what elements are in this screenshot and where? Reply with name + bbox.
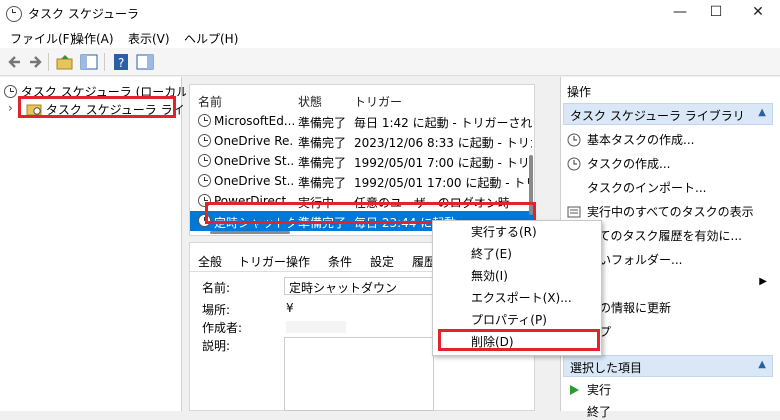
navigation-tree: タスク スケジューラ (ローカル) › タスク スケジューラ ライブラリ — [0, 77, 221, 411]
window-title: タスク スケジューラ — [28, 7, 139, 21]
stop-icon — [567, 405, 581, 419]
section-library[interactable]: タスク スケジューラ ライブラリ ▲ — [563, 103, 773, 125]
task-trigger: 1992/05/01 17:00 に起動 - トリガーさ — [354, 176, 532, 190]
action-create-basic-task[interactable]: 基本タスクの作成... — [567, 131, 694, 148]
toolbar-divider — [48, 53, 49, 71]
column-name[interactable]: 名前 — [198, 93, 222, 110]
action-run[interactable]: 実行 — [567, 381, 611, 398]
menu-bar: ファイル(F) 操作(A) 表示(V) ヘルプ(H) — [0, 26, 780, 48]
task-status: 準備完了 — [298, 116, 347, 130]
description-field[interactable] — [284, 337, 434, 411]
task-trigger: 毎日 1:42 に起動 - トリガーされた後、 — [354, 116, 532, 130]
submenu-arrow-icon: ▶ — [759, 276, 767, 287]
minimize-button[interactable]: — — [660, 0, 700, 26]
tab-triggers[interactable]: トリガー — [238, 253, 286, 270]
play-icon — [570, 385, 579, 395]
menu-help[interactable]: ヘルプ(H) — [184, 30, 238, 47]
toolbar: ? — [0, 48, 780, 76]
tab-conditions[interactable]: 条件 — [328, 253, 352, 270]
column-status[interactable]: 状態 — [298, 93, 322, 110]
menu-properties[interactable]: プロパティ(P) — [471, 311, 547, 328]
collapse-icon[interactable]: ▲ — [758, 107, 766, 118]
action-show-running-tasks[interactable]: 実行中のすべてのタスクの表示 — [567, 203, 754, 220]
expand-chevron-icon[interactable]: › — [8, 101, 13, 115]
clock-icon — [198, 174, 211, 187]
menu-run[interactable]: 実行する(R) — [471, 223, 537, 240]
action-create-task[interactable]: タスクの作成... — [567, 155, 670, 172]
task-status: 準備完了 — [298, 176, 347, 190]
close-button[interactable]: ✕ — [738, 0, 778, 26]
task-row[interactable]: OneDrive St... 準備完了 1992/05/01 17:00 に起動… — [190, 171, 534, 191]
actions-header: 操作 — [567, 85, 592, 99]
description-label: 説明: — [202, 339, 231, 353]
highlight-library — [18, 96, 176, 118]
action-import-task[interactable]: タスクのインポート... — [567, 179, 706, 196]
highlight-delete — [438, 329, 600, 351]
toolbar-divider — [104, 53, 105, 71]
section-library-label: タスク スケジューラ ライブラリ — [570, 109, 745, 123]
section-selected-item[interactable]: 選択した項目 ▲ — [563, 355, 773, 377]
clock-icon — [4, 85, 17, 98]
task-row[interactable]: OneDrive Re... 準備完了 2023/12/06 8:33 に起動 … — [190, 131, 534, 151]
task-row[interactable]: MicrosoftEd... 準備完了 毎日 1:42 に起動 - トリガーされ… — [190, 111, 534, 131]
name-label: 名前: — [202, 281, 231, 295]
collapse-icon[interactable]: ▲ — [758, 359, 766, 370]
show-hide-pane-icon[interactable] — [80, 53, 98, 71]
author-label: 作成者: — [202, 321, 243, 335]
horizontal-scrollbar[interactable] — [210, 231, 290, 234]
forward-arrow-icon[interactable] — [26, 53, 44, 71]
menu-action[interactable]: 操作(A) — [72, 30, 114, 47]
name-value: 定時シャットダウン — [289, 281, 398, 295]
menu-view[interactable]: 表示(V) — [128, 30, 170, 47]
tab-settings[interactable]: 設定 — [370, 253, 394, 270]
task-name: OneDrive St... — [214, 174, 294, 188]
task-trigger: 2023/12/06 8:33 に起動 - トリガーされ — [354, 136, 532, 150]
task-status: 準備完了 — [298, 136, 347, 150]
tab-actions[interactable]: 操作 — [286, 253, 310, 270]
show-action-pane-icon[interactable] — [136, 53, 154, 71]
blank-icon — [567, 181, 581, 195]
author-value-redacted — [286, 321, 346, 333]
tab-general[interactable]: 全般 — [198, 253, 223, 270]
create-task-icon — [567, 157, 581, 171]
maximize-button[interactable]: ☐ — [696, 0, 736, 26]
menu-disable[interactable]: 無効(I) — [471, 267, 508, 284]
menu-file[interactable]: ファイル(F) — [10, 30, 74, 47]
clock-icon — [198, 154, 211, 167]
task-name: OneDrive St... — [214, 154, 294, 168]
task-name: MicrosoftEd... — [214, 114, 294, 128]
task-trigger: 1992/05/01 7:00 に起動 - トリガーされ — [354, 156, 532, 170]
title-bar: タスク スケジューラ — ☐ ✕ — [0, 0, 780, 26]
running-tasks-icon — [567, 206, 581, 218]
location-value: ¥ — [286, 301, 294, 315]
help-icon[interactable]: ? — [112, 53, 130, 71]
svg-text:?: ? — [118, 56, 124, 70]
back-arrow-icon[interactable] — [6, 53, 24, 71]
task-status: 準備完了 — [298, 156, 347, 170]
column-trigger[interactable]: トリガー — [354, 93, 402, 110]
up-folder-icon[interactable] — [56, 53, 74, 71]
clock-icon — [198, 114, 211, 127]
menu-export[interactable]: エクスポート(X)... — [471, 289, 572, 306]
action-end[interactable]: 終了 — [567, 403, 611, 420]
basic-task-icon — [567, 133, 581, 147]
task-name: OneDrive Re... — [214, 134, 294, 148]
menu-end[interactable]: 終了(E) — [471, 245, 512, 262]
task-row[interactable]: OneDrive St... 準備完了 1992/05/01 7:00 に起動 … — [190, 151, 534, 171]
name-field[interactable]: 定時シャットダウン — [284, 277, 434, 295]
clock-icon — [198, 134, 211, 147]
location-label: 場所: — [202, 303, 231, 317]
section-selected-label: 選択した項目 — [570, 361, 643, 375]
task-scheduler-app-icon — [6, 6, 22, 22]
